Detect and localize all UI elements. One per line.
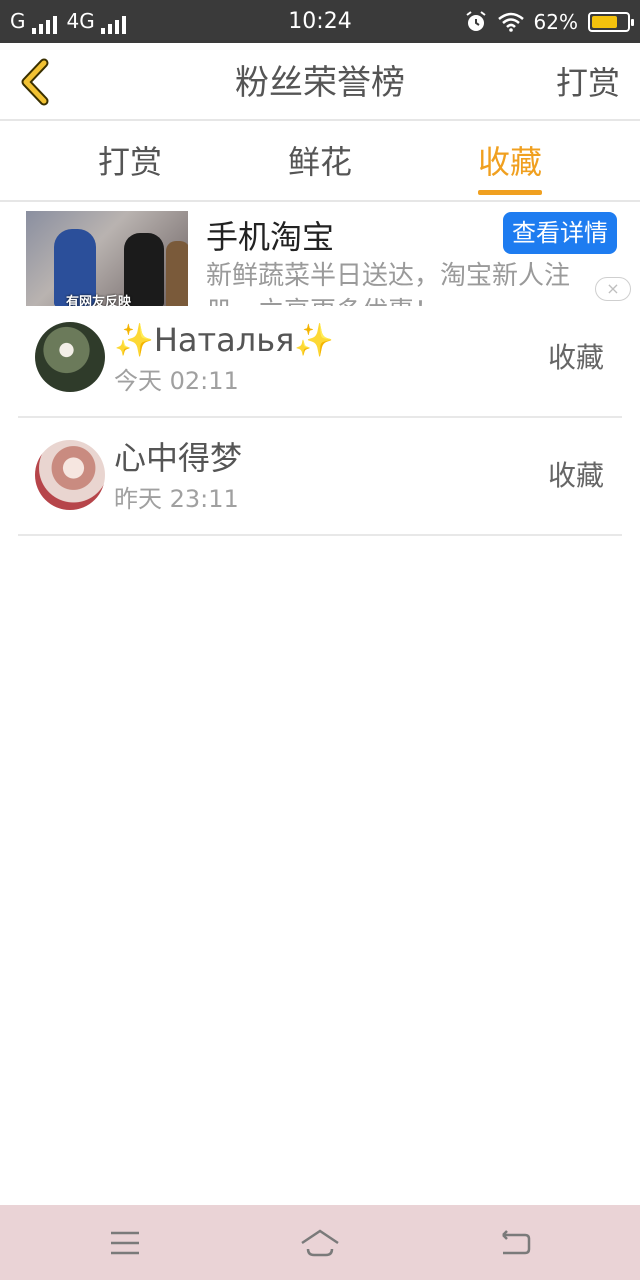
system-nav-bar [0, 1205, 640, 1280]
ad-title: 手机淘宝 [206, 218, 335, 256]
menu-icon[interactable] [105, 1223, 145, 1263]
home-icon[interactable] [300, 1223, 340, 1263]
alarm-icon [465, 11, 486, 31]
page-title: 粉丝荣誉榜 [235, 63, 405, 103]
battery-icon [588, 12, 634, 32]
favorite-label: 收藏 [547, 459, 604, 492]
avatar[interactable] [35, 440, 105, 510]
header: 粉丝荣誉榜 打赏 [0, 43, 640, 121]
user-name: ✨Наталья✨ [114, 321, 335, 359]
back-icon[interactable] [495, 1223, 535, 1263]
battery-level [592, 16, 617, 28]
status-bar: G 4G 10:24 62% [0, 0, 640, 43]
status-right: 62% [464, 8, 634, 36]
ad-details-button[interactable]: 查看详情 [503, 212, 617, 254]
list-item[interactable]: ✨Наталья✨ 今天 02:11 收藏 [18, 298, 622, 418]
ad-banner[interactable]: 有网友反映 手机淘宝 新鲜蔬菜半日送达，淘宝新人注册，立享更多优惠！ 查看详情 [0, 204, 640, 306]
item-time: 昨天 23:11 [114, 485, 239, 513]
user-name: 心中得梦 [114, 439, 243, 477]
battery-percent: 62% [533, 10, 578, 34]
ad-image[interactable]: 有网友反映 [26, 211, 188, 306]
tab-flowers[interactable]: 鲜花 [260, 141, 380, 183]
ad-image-person [166, 241, 188, 306]
wifi-icon [497, 12, 524, 32]
avatar[interactable] [35, 322, 105, 392]
tab-bar: 打赏 鲜花 收藏 [0, 121, 640, 202]
favorite-label: 收藏 [547, 341, 604, 374]
tab-favorites[interactable]: 收藏 [450, 141, 570, 183]
item-time: 今天 02:11 [114, 367, 239, 395]
list-item[interactable]: 心中得梦 昨天 23:11 收藏 [18, 416, 622, 536]
tip-button[interactable]: 打赏 [556, 61, 620, 105]
active-tab-indicator [478, 190, 542, 195]
tab-tip[interactable]: 打赏 [70, 141, 190, 183]
